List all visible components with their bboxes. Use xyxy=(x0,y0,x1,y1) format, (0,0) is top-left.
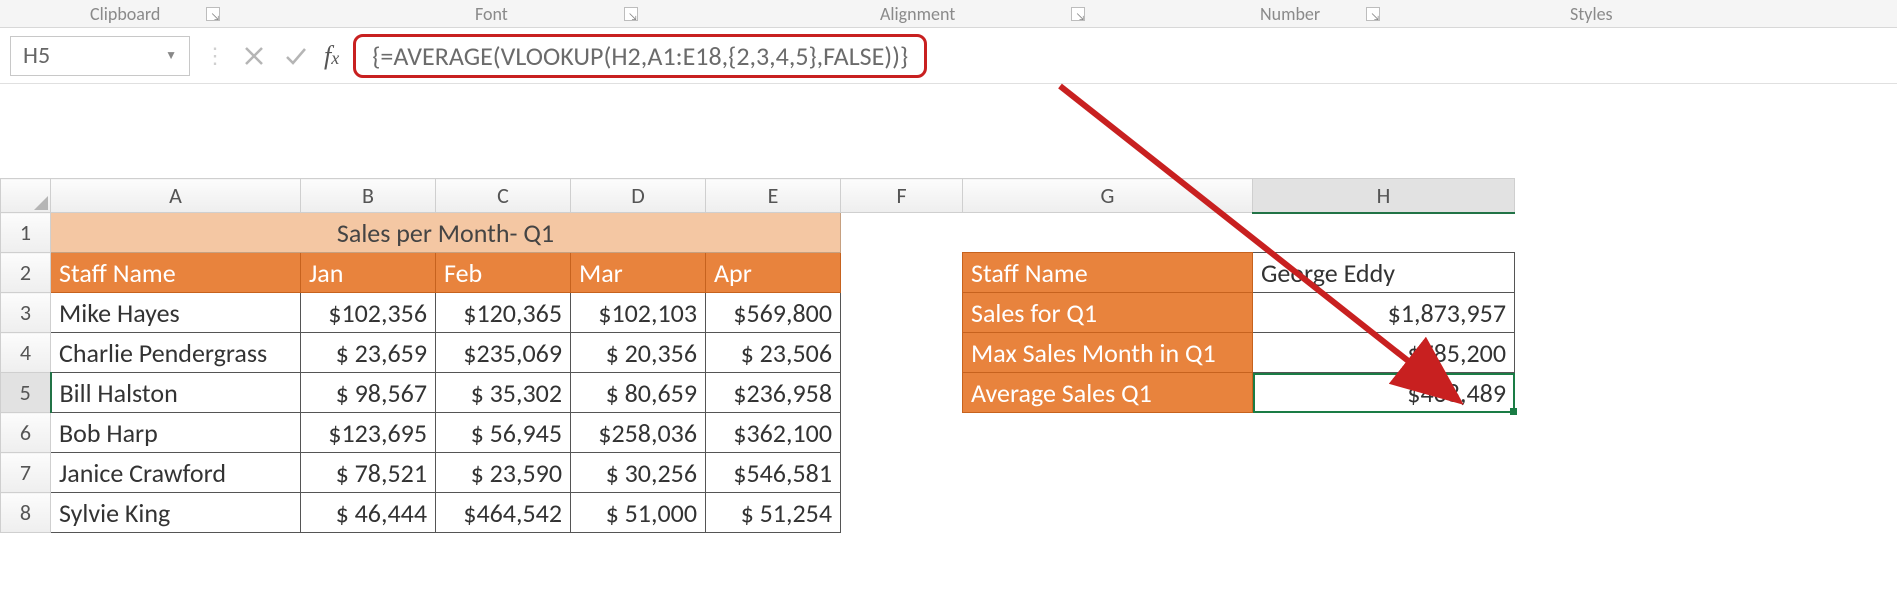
cell[interactable] xyxy=(841,413,963,453)
name-box[interactable]: H5 ▼ xyxy=(10,36,190,76)
cell[interactable] xyxy=(1253,413,1515,453)
table-cell[interactable]: $ 23,590 xyxy=(436,453,571,493)
summary-value[interactable]: $785,200 xyxy=(1253,333,1515,373)
table-header[interactable]: Apr xyxy=(706,253,841,293)
table-cell[interactable]: $ 46,444 xyxy=(301,493,436,533)
table-cell[interactable]: Bill Halston xyxy=(51,373,301,413)
table-cell[interactable]: $ 98,567 xyxy=(301,373,436,413)
col-header-B[interactable]: B xyxy=(301,179,436,213)
table-cell[interactable]: Charlie Pendergrass xyxy=(51,333,301,373)
table-cell[interactable]: $ 80,659 xyxy=(571,373,706,413)
cancel-icon[interactable] xyxy=(240,42,268,70)
table-cell[interactable]: $102,103 xyxy=(571,293,706,333)
cell[interactable] xyxy=(963,413,1253,453)
row-header[interactable]: 6 xyxy=(1,413,51,453)
table-cell[interactable]: $546,581 xyxy=(706,453,841,493)
cell[interactable] xyxy=(963,493,1253,533)
summary-label[interactable]: Sales for Q1 xyxy=(963,293,1253,333)
cell[interactable] xyxy=(841,373,963,413)
cell[interactable] xyxy=(841,493,963,533)
table-cell[interactable]: $235,069 xyxy=(436,333,571,373)
summary-label[interactable]: Max Sales Month in Q1 xyxy=(963,333,1253,373)
col-header-A[interactable]: A xyxy=(51,179,301,213)
dialog-launcher-icon[interactable] xyxy=(1071,7,1085,21)
name-box-value: H5 xyxy=(23,41,50,70)
spreadsheet-grid[interactable]: A B C D E F G H 1 Sales per Month- Q1 2 … xyxy=(0,178,1897,533)
ribbon-group-clipboard: Clipboard xyxy=(90,3,160,25)
table-cell[interactable]: $569,800 xyxy=(706,293,841,333)
col-header-G[interactable]: G xyxy=(963,179,1253,213)
dialog-launcher-icon[interactable] xyxy=(624,7,638,21)
cell[interactable] xyxy=(1253,453,1515,493)
table-header[interactable]: Feb xyxy=(436,253,571,293)
summary-value[interactable]: George Eddy xyxy=(1253,253,1515,293)
table-cell[interactable]: Bob Harp xyxy=(51,413,301,453)
table-cell[interactable]: $ 56,945 xyxy=(436,413,571,453)
cell[interactable] xyxy=(841,213,963,253)
col-header-C[interactable]: C xyxy=(436,179,571,213)
table-cell[interactable]: $ 20,356 xyxy=(571,333,706,373)
divider: ⋮ xyxy=(204,42,226,69)
fx-icon[interactable]: fx xyxy=(324,41,339,71)
table-title[interactable]: Sales per Month- Q1 xyxy=(51,213,841,253)
table-cell[interactable]: Janice Crawford xyxy=(51,453,301,493)
ribbon-group-number: Number xyxy=(1260,3,1320,25)
table-cell[interactable]: $362,100 xyxy=(706,413,841,453)
col-header-D[interactable]: D xyxy=(571,179,706,213)
table-cell[interactable]: $ 51,000 xyxy=(571,493,706,533)
cell[interactable] xyxy=(841,333,963,373)
enter-icon[interactable] xyxy=(282,42,310,70)
cell[interactable] xyxy=(1253,213,1515,253)
summary-label[interactable]: Staff Name xyxy=(963,253,1253,293)
row-header[interactable]: 7 xyxy=(1,453,51,493)
formula-input[interactable]: {=AVERAGE(VLOOKUP(H2,A1:E18,{2,3,4,5},FA… xyxy=(353,34,927,78)
table-cell[interactable]: $123,695 xyxy=(301,413,436,453)
row-header[interactable]: 1 xyxy=(1,213,51,253)
dialog-launcher-icon[interactable] xyxy=(1366,7,1380,21)
table-cell[interactable]: Sylvie King xyxy=(51,493,301,533)
ribbon-group-font: Font xyxy=(475,3,508,25)
ribbon-group-alignment: Alignment xyxy=(880,3,955,25)
selected-cell[interactable]: $468,489 xyxy=(1253,373,1515,413)
cell[interactable] xyxy=(841,253,963,293)
table-cell[interactable]: $464,542 xyxy=(436,493,571,533)
col-header-F[interactable]: F xyxy=(841,179,963,213)
col-header-E[interactable]: E xyxy=(706,179,841,213)
table-cell[interactable]: $ 23,659 xyxy=(301,333,436,373)
ribbon-group-labels: Clipboard Font Alignment Number Styles xyxy=(0,0,1897,28)
table-cell[interactable]: $102,356 xyxy=(301,293,436,333)
table-cell[interactable]: $236,958 xyxy=(706,373,841,413)
row-header[interactable]: 3 xyxy=(1,293,51,333)
row-header[interactable]: 4 xyxy=(1,333,51,373)
column-header-row: A B C D E F G H xyxy=(1,179,1515,213)
dialog-launcher-icon[interactable] xyxy=(206,7,220,21)
table-cell[interactable]: $258,036 xyxy=(571,413,706,453)
table-cell[interactable]: Mike Hayes xyxy=(51,293,301,333)
ribbon-group-styles: Styles xyxy=(1570,3,1613,25)
formula-text: {=AVERAGE(VLOOKUP(H2,A1:E18,{2,3,4,5},FA… xyxy=(372,40,908,72)
table-cell[interactable]: $ 23,506 xyxy=(706,333,841,373)
chevron-down-icon[interactable]: ▼ xyxy=(165,48,177,63)
cell[interactable] xyxy=(841,293,963,333)
formula-bar: H5 ▼ ⋮ fx {=AVERAGE(VLOOKUP(H2,A1:E18,{2… xyxy=(0,28,1897,84)
summary-label[interactable]: Average Sales Q1 xyxy=(963,373,1253,413)
table-cell[interactable]: $ 51,254 xyxy=(706,493,841,533)
row-header[interactable]: 2 xyxy=(1,253,51,293)
table-cell[interactable]: $ 78,521 xyxy=(301,453,436,493)
select-all-corner[interactable] xyxy=(1,179,51,213)
row-header[interactable]: 8 xyxy=(1,493,51,533)
table-cell[interactable]: $ 35,302 xyxy=(436,373,571,413)
row-header[interactable]: 5 xyxy=(1,373,51,413)
cell[interactable] xyxy=(963,453,1253,493)
cell[interactable] xyxy=(1253,493,1515,533)
cell[interactable] xyxy=(963,213,1253,253)
table-cell[interactable]: $120,365 xyxy=(436,293,571,333)
table-header[interactable]: Staff Name xyxy=(51,253,301,293)
cell[interactable] xyxy=(841,453,963,493)
table-header[interactable]: Jan xyxy=(301,253,436,293)
table-cell[interactable]: $ 30,256 xyxy=(571,453,706,493)
table-header[interactable]: Mar xyxy=(571,253,706,293)
summary-value[interactable]: $1,873,957 xyxy=(1253,293,1515,333)
col-header-H[interactable]: H xyxy=(1253,179,1515,213)
